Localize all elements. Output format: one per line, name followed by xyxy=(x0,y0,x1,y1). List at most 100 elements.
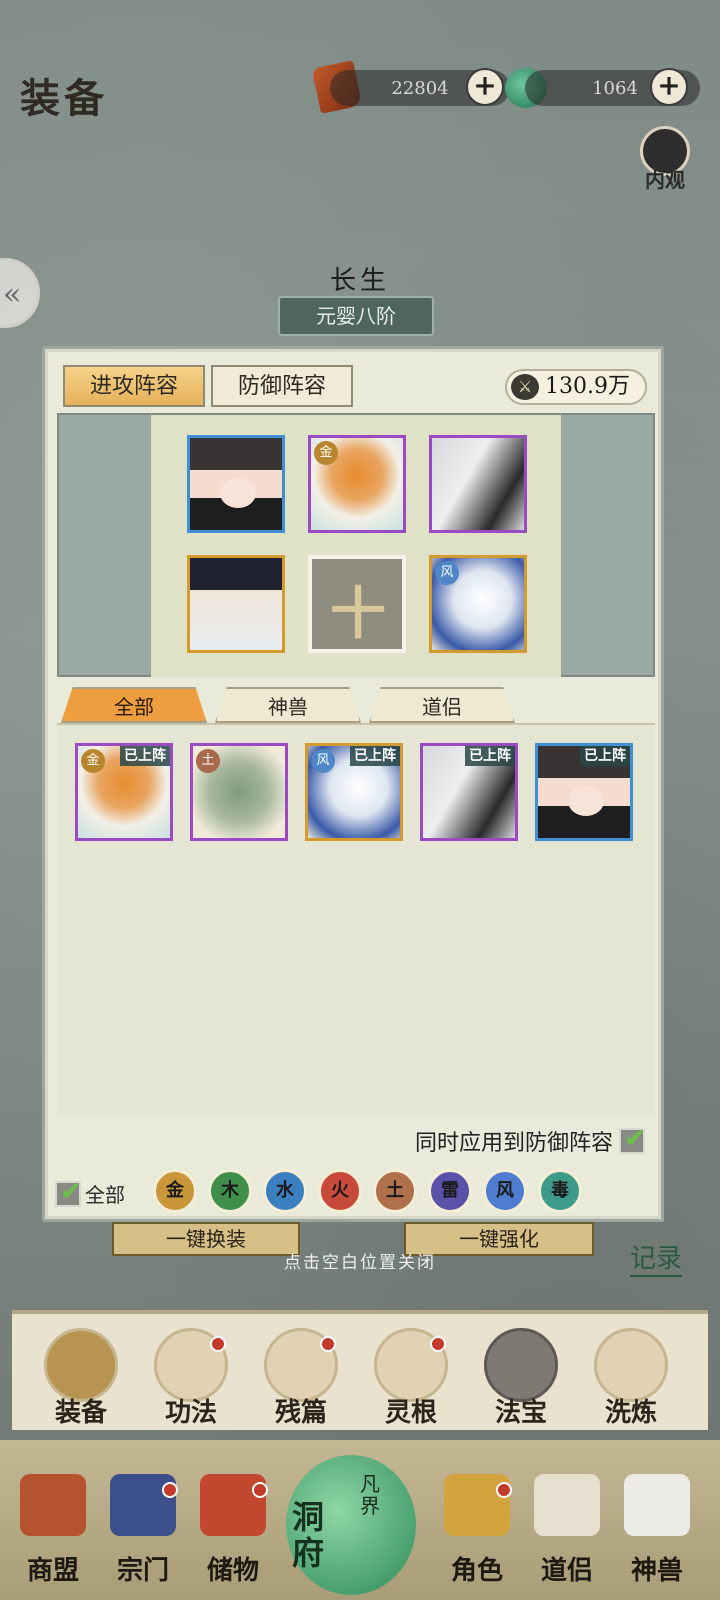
all-elements-label: 全部 xyxy=(85,1183,125,1207)
tab-defense-lineup[interactable]: 防御阵容 xyxy=(211,365,353,407)
formation-area: 金 十 风 xyxy=(151,415,561,677)
page-title: 装备 xyxy=(20,75,108,122)
sword-icon: ⚔ xyxy=(511,374,539,400)
armor-icon xyxy=(44,1328,118,1402)
tab-companions[interactable]: 道侣 xyxy=(369,687,515,723)
subnav-label: 残篇 xyxy=(274,1398,327,1428)
formation-slot-1[interactable] xyxy=(187,435,285,533)
subnav-fragments[interactable]: 残篇 xyxy=(256,1328,346,1428)
filter-thunder[interactable]: 雷 xyxy=(428,1169,472,1213)
pool-card-girl[interactable]: 已上阵 xyxy=(535,743,633,841)
spirit-stone-count: 22804 xyxy=(391,77,449,99)
combat-power-value: 130.9万 xyxy=(545,374,630,399)
portrait-scroll-icon xyxy=(534,1474,600,1536)
formation-slot-3[interactable] xyxy=(429,435,527,533)
subnav-treasure[interactable]: 法宝 xyxy=(476,1328,566,1428)
apply-to-defense-checkbox[interactable] xyxy=(619,1124,646,1154)
lotus-icon xyxy=(594,1328,668,1402)
notification-dot xyxy=(210,1336,226,1352)
cave-abode-button[interactable]: 洞府 凡界 xyxy=(286,1455,416,1595)
tab-attack-lineup[interactable]: 进攻阵容 xyxy=(63,365,205,407)
subnav-spirit-root[interactable]: 灵根 xyxy=(366,1328,456,1428)
female-cultivator-portrait xyxy=(190,438,282,530)
metal-element-badge: 金 xyxy=(81,749,105,773)
nav-merchant-alliance[interactable]: 商盟 xyxy=(8,1474,98,1594)
subnav-techniques[interactable]: 功法 xyxy=(146,1328,236,1428)
filter-poison[interactable]: 毒 xyxy=(538,1169,582,1213)
element-filter-row: 全部 金 木 水 火 土 雷 风 毒 xyxy=(55,1167,655,1215)
notification-dot xyxy=(320,1336,336,1352)
filter-fire[interactable]: 火 xyxy=(318,1169,362,1213)
nav-character[interactable]: 角色 xyxy=(432,1474,522,1594)
subnav-label: 功法 xyxy=(164,1398,217,1428)
deployed-tag: 已上阵 xyxy=(120,746,170,766)
formation-slot-5-empty[interactable]: 十 xyxy=(308,555,406,653)
all-elements-toggle[interactable]: 全部 xyxy=(55,1177,125,1208)
male-cultivator-portrait xyxy=(190,558,282,650)
subnav-label: 装备 xyxy=(54,1398,107,1428)
notification-dot xyxy=(252,1482,268,1498)
inner-view-label: 内观 xyxy=(645,168,685,192)
realm-badge: 元婴八阶 xyxy=(278,296,434,336)
filter-wood[interactable]: 木 xyxy=(208,1169,252,1213)
nav-companion[interactable]: 道侣 xyxy=(522,1474,612,1594)
pool-card-elder[interactable]: 已上阵 xyxy=(420,743,518,841)
apply-to-defense-label: 同时应用到防御阵容 xyxy=(414,1131,613,1156)
nav-label: 角色 xyxy=(450,1556,503,1586)
deployed-tag: 已上阵 xyxy=(465,746,515,766)
nav-label: 宗门 xyxy=(116,1556,169,1586)
equipment-subnav: 装备 功法 残篇 灵根 法宝 洗炼 xyxy=(12,1310,708,1430)
pavilion-icon xyxy=(20,1474,86,1536)
subnav-label: 法宝 xyxy=(494,1398,547,1428)
nav-sect[interactable]: 宗门 xyxy=(98,1474,188,1594)
nav-label: 道侣 xyxy=(540,1556,593,1586)
inner-view-button[interactable]: 内观 xyxy=(637,126,693,194)
nav-divine-beast[interactable]: 神兽 xyxy=(612,1474,702,1594)
lineup-panel: 进攻阵容 防御阵容 ⚔ 130.9万 金 十 风 全部 神兽 道侣 金 已上阵 … xyxy=(42,346,664,1222)
pool-card-dragon[interactable]: 金 已上阵 xyxy=(75,743,173,841)
nav-label: 商盟 xyxy=(26,1556,79,1586)
apply-to-defense-row[interactable]: 同时应用到防御阵容 xyxy=(414,1124,646,1157)
mortal-realm-label: 凡界 xyxy=(360,1472,380,1518)
pool-card-turtle[interactable]: 土 xyxy=(190,743,288,841)
wind-element-badge: 风 xyxy=(435,561,459,585)
deployed-tag: 已上阵 xyxy=(580,746,630,766)
formation-grid: 金 十 风 xyxy=(57,413,655,677)
unit-pool: 金 已上阵 土 风 已上阵 已上阵 已上阵 xyxy=(57,723,655,1115)
subnav-equipment[interactable]: 装备 xyxy=(36,1328,126,1428)
notification-dot xyxy=(162,1482,178,1498)
filter-metal[interactable]: 金 xyxy=(153,1169,197,1213)
notification-dot xyxy=(496,1482,512,1498)
add-slot-icon: 十 xyxy=(330,581,386,647)
add-spirit-stone-button[interactable]: + xyxy=(466,68,504,106)
nav-storage[interactable]: 储物 xyxy=(188,1474,278,1594)
tab-all[interactable]: 全部 xyxy=(61,687,207,723)
close-hint: 点击空白位置关闭 xyxy=(284,1253,436,1273)
add-jade-button[interactable]: + xyxy=(650,68,688,106)
silver-hair-elder-portrait xyxy=(432,438,524,530)
formation-slot-4[interactable] xyxy=(187,555,285,653)
subnav-label: 洗炼 xyxy=(604,1398,657,1428)
nav-label: 储物 xyxy=(206,1556,259,1586)
filter-water[interactable]: 水 xyxy=(263,1169,307,1213)
notification-dot xyxy=(430,1336,446,1352)
wind-element-badge: 风 xyxy=(311,749,335,773)
cave-abode-label: 洞府 xyxy=(292,1498,325,1572)
combat-power: ⚔ 130.9万 xyxy=(505,369,647,405)
lock-icon xyxy=(484,1328,558,1402)
pool-card-phoenix[interactable]: 风 已上阵 xyxy=(305,743,403,841)
tab-divine-beasts[interactable]: 神兽 xyxy=(215,687,361,723)
filter-earth[interactable]: 土 xyxy=(373,1169,417,1213)
subnav-refine[interactable]: 洗炼 xyxy=(586,1328,676,1428)
metal-element-badge: 金 xyxy=(314,441,338,465)
filter-wind[interactable]: 风 xyxy=(483,1169,527,1213)
deployed-tag: 已上阵 xyxy=(350,746,400,766)
formation-slot-2[interactable]: 金 xyxy=(308,435,406,533)
fox-icon xyxy=(624,1474,690,1536)
formation-slot-6[interactable]: 风 xyxy=(429,555,527,653)
all-elements-checkbox[interactable] xyxy=(55,1177,82,1207)
subnav-label: 灵根 xyxy=(384,1398,437,1428)
nav-label: 神兽 xyxy=(630,1556,683,1586)
earth-element-badge: 土 xyxy=(196,749,220,773)
character-name: 长生 xyxy=(329,266,390,296)
